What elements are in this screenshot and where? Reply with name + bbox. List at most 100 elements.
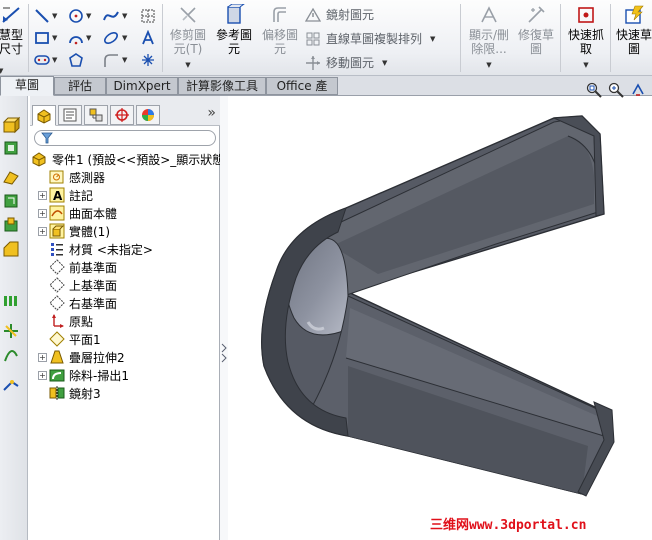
text-tool-button[interactable] xyxy=(140,28,156,48)
instant3d-icon[interactable] xyxy=(2,376,20,394)
expand-plus-icon[interactable]: + xyxy=(38,352,47,362)
cut-extrude-icon[interactable] xyxy=(2,216,20,234)
trim-entities-button[interactable]: 修剪圖 元(T) ▼ xyxy=(166,4,210,72)
trim-icon xyxy=(180,7,196,23)
grid-icon xyxy=(141,9,155,23)
move-entities-button[interactable]: 移動圖元 ▼ xyxy=(305,54,387,71)
relations-icon xyxy=(481,6,497,23)
tree-item-solid-bodies[interactable]: + 實體(1) xyxy=(38,222,228,240)
smart-dimension-button[interactable]: 慧型 尺寸 ▼ xyxy=(0,4,28,75)
slot-tool-button[interactable]: ▼ xyxy=(34,50,57,70)
feature-filter-input[interactable] xyxy=(34,130,216,146)
tab-evaluate[interactable]: 評估 xyxy=(54,77,106,95)
tab-display-manager[interactable] xyxy=(136,105,160,125)
surface-bodies-icon xyxy=(49,205,65,221)
panel-splitter[interactable] xyxy=(220,96,228,540)
polygon-tool-button[interactable] xyxy=(68,50,84,70)
loft-icon[interactable] xyxy=(2,192,20,210)
grid-snap-button[interactable] xyxy=(140,6,156,26)
sweep-icon[interactable] xyxy=(2,168,20,186)
linear-pattern-icon xyxy=(306,32,320,45)
pattern-icon[interactable] xyxy=(2,292,20,310)
tree-item-material[interactable]: 材質 <未指定> xyxy=(38,240,228,258)
tree-root-part[interactable]: 零件1 (預設<<預設>_顯示狀態 xyxy=(32,150,224,168)
tab-property-manager[interactable] xyxy=(58,105,82,125)
tree-item-cut-sweep1[interactable]: + 除料-掃出1 xyxy=(38,366,228,384)
spline-tool-button[interactable]: ▼ xyxy=(102,6,127,26)
rectangle-tool-button[interactable]: ▼ xyxy=(34,28,57,48)
repair-sketch-button[interactable]: 修復草 圖 xyxy=(514,4,558,56)
left-toolbar xyxy=(0,96,28,540)
spline-icon xyxy=(103,11,119,21)
tab-render-tools[interactable]: 計算影像工具 xyxy=(178,77,266,95)
tab-feature-manager[interactable] xyxy=(32,105,56,126)
tree-item-loft2[interactable]: + 疊層拉伸2 xyxy=(38,348,228,366)
tree-item-surface-bodies[interactable]: + 曲面本體 xyxy=(38,204,228,222)
tab-office-products[interactable]: Office 產品 xyxy=(266,77,338,110)
tree-item-sensors[interactable]: 感測器 xyxy=(38,168,228,186)
chevron-down-icon: ▼ xyxy=(86,12,92,20)
dimxpert-target-icon xyxy=(115,108,129,122)
convert-entities-button[interactable]: 參考圖 元 xyxy=(212,4,256,56)
tree-item-plane1[interactable]: 平面1 xyxy=(38,330,228,348)
tab-configuration-manager[interactable] xyxy=(84,105,108,125)
property-manager-icon xyxy=(63,108,77,122)
graphics-area[interactable] xyxy=(228,82,652,540)
ellipse-tool-button[interactable]: ▼ xyxy=(102,28,127,48)
tree-item-right-plane[interactable]: 右基準面 xyxy=(38,294,228,312)
linear-pattern-button[interactable]: 直線草圖複製排列 ▼ xyxy=(305,30,435,47)
point-tool-button[interactable] xyxy=(140,50,156,70)
expand-plus-icon[interactable]: + xyxy=(38,190,47,200)
sensor-icon xyxy=(49,170,64,184)
fillet-feature-icon[interactable] xyxy=(2,240,20,258)
reference-geometry-icon[interactable] xyxy=(2,322,20,340)
splitter-grip-icon xyxy=(221,343,227,363)
ellipse-icon xyxy=(104,32,118,44)
fillet-tool-button[interactable]: ▼ xyxy=(102,50,127,70)
configuration-manager-icon xyxy=(89,108,103,122)
feature-manager-panel: » 零件1 (預設<<預設>_顯示狀態 感測器 + A 註記 + 曲面本體 + … xyxy=(30,96,224,540)
arc-tool-button[interactable]: ▼ xyxy=(68,28,91,48)
tree-item-origin[interactable]: 原點 xyxy=(38,312,228,330)
rapid-sketch-button[interactable]: 快速草 圖 xyxy=(612,4,652,56)
tree-item-annotations[interactable]: + A 註記 xyxy=(38,186,228,204)
line-tool-button[interactable]: ▼ xyxy=(34,6,57,26)
display-delete-relations-button[interactable]: 顯示/刪 除限... ▼ xyxy=(464,4,514,72)
more-tabs-chevron-icon[interactable]: » xyxy=(207,105,216,121)
quick-snaps-button[interactable]: 快速抓 取 ▼ xyxy=(564,4,608,72)
bent-channel-model xyxy=(261,115,615,497)
plane-icon xyxy=(49,295,65,311)
expand-plus-icon[interactable]: + xyxy=(38,226,47,236)
fillet-icon xyxy=(104,54,118,67)
chevron-down-icon: ▼ xyxy=(122,12,128,20)
chevron-down-icon: ▼ xyxy=(52,12,58,20)
expand-plus-icon[interactable]: + xyxy=(38,208,47,218)
tree-item-top-plane[interactable]: 上基準面 xyxy=(38,276,228,294)
material-icon xyxy=(51,243,63,256)
extrude-icon[interactable] xyxy=(2,116,20,134)
chevron-down-icon: ▼ xyxy=(583,61,589,69)
tab-dimxpert[interactable]: DimXpert xyxy=(106,77,178,95)
chevron-down-icon: ▼ xyxy=(486,61,492,69)
circle-tool-button[interactable]: ▼ xyxy=(68,6,91,26)
expand-plus-icon[interactable]: + xyxy=(38,370,47,380)
offset-entities-button[interactable]: 偏移圖 元 xyxy=(258,4,302,56)
repair-sketch-icon xyxy=(528,6,545,23)
move-icon xyxy=(306,55,320,70)
plane-icon xyxy=(49,331,65,347)
tab-sketch[interactable]: 草圖 xyxy=(0,76,54,96)
curves-icon[interactable] xyxy=(2,346,20,364)
loft-icon xyxy=(50,350,64,364)
tree-item-mirror3[interactable]: 鏡射3 xyxy=(38,384,228,402)
mirror-entities-button[interactable]: 鏡射圖元 xyxy=(305,6,374,23)
text-a-icon xyxy=(142,30,154,45)
chevron-down-icon: ▼ xyxy=(382,58,388,67)
line-icon xyxy=(35,9,49,23)
polygon-icon xyxy=(69,53,83,67)
part-icon xyxy=(32,152,46,167)
tree-item-front-plane[interactable]: 前基準面 xyxy=(38,258,228,276)
origin-icon xyxy=(52,314,64,328)
chevron-down-icon: ▼ xyxy=(122,56,128,64)
tab-dimxpert-manager[interactable] xyxy=(110,105,134,125)
revolve-icon[interactable] xyxy=(2,138,20,156)
